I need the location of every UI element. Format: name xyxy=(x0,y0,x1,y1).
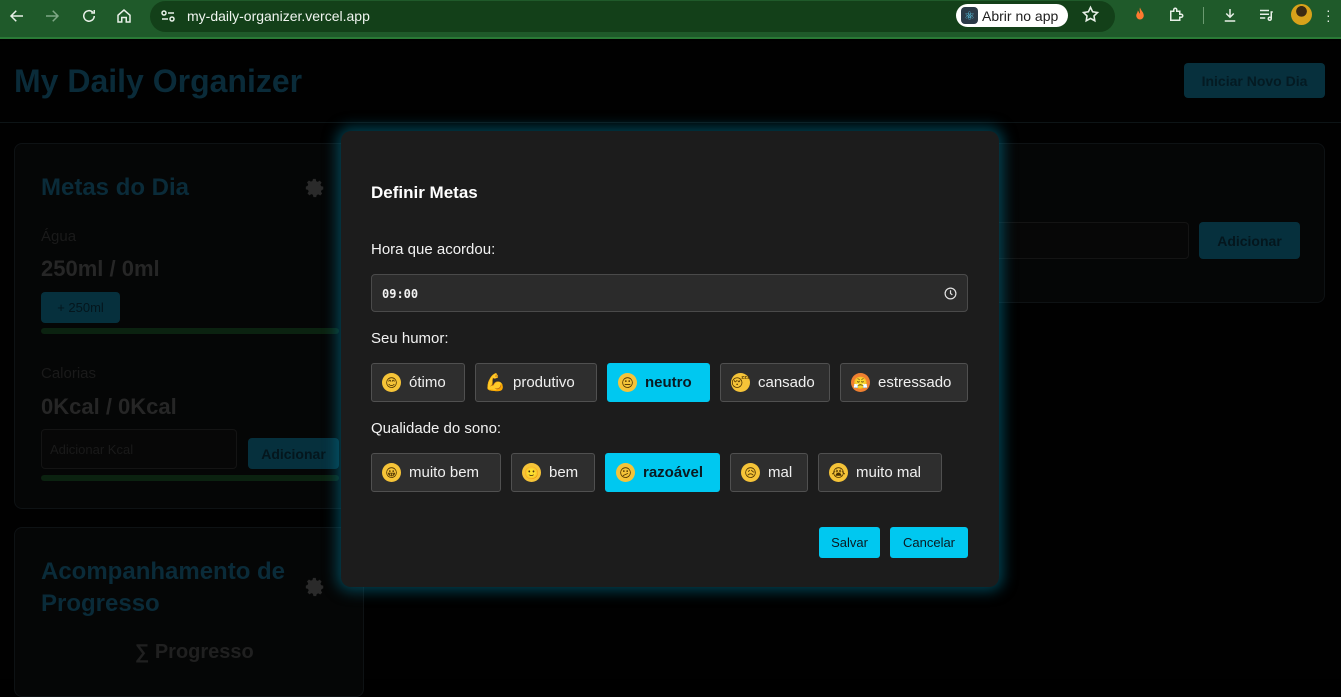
sleep-option-label: mal xyxy=(768,464,793,481)
calories-progress-bar xyxy=(41,475,339,481)
smiling-face-icon: 😊 xyxy=(382,373,401,392)
flexed-biceps-icon: 💪 xyxy=(484,372,507,392)
toolbar-divider xyxy=(1203,7,1204,24)
mood-option-label: ótimo xyxy=(409,374,446,391)
mood-option-neutro[interactable]: 😐 neutro xyxy=(607,363,710,402)
save-button[interactable]: Salvar xyxy=(819,527,880,558)
sleep-option-label: bem xyxy=(549,464,579,481)
water-progress-bar xyxy=(41,328,339,334)
mood-option-label: produtivo xyxy=(513,374,575,391)
bookmark-star-icon[interactable] xyxy=(1081,5,1100,24)
steaming-face-icon: 😤 xyxy=(851,373,870,392)
sleep-option-muito-mal[interactable]: 😭 muito mal xyxy=(818,453,942,492)
sleep-option-label: muito bem xyxy=(409,464,480,481)
progress-card: Acompanhamento de Progresso ∑ Progresso xyxy=(14,527,364,697)
add-water-button[interactable]: + 250ml xyxy=(41,292,120,323)
extensions-puzzle-icon[interactable] xyxy=(1167,6,1185,24)
set-goals-modal: Definir Metas Hora que acordou: 09:00 Se… xyxy=(341,131,999,587)
calories-input[interactable]: Adicionar Kcal xyxy=(41,429,237,469)
grinning-face-icon: 😀 xyxy=(382,463,401,482)
water-label: Água xyxy=(41,228,77,245)
water-value: 250ml / 0ml xyxy=(41,256,160,281)
cancel-button[interactable]: Cancelar xyxy=(890,527,968,558)
progress-settings-gear-icon[interactable] xyxy=(304,576,326,598)
goals-card-title: Metas do Dia xyxy=(41,174,190,201)
sleep-option-label: razoável xyxy=(643,464,704,481)
calories-value: 0Kcal / 0Kcal xyxy=(41,394,177,419)
add-task-button[interactable]: Adicionar xyxy=(1199,222,1300,259)
media-queue-icon[interactable] xyxy=(1257,6,1275,24)
sleep-option-bem[interactable]: 🙂 bem xyxy=(511,453,595,492)
progress-card-title: Acompanhamento de Progresso xyxy=(41,558,286,617)
mood-option-estressado[interactable]: 😤 estressado xyxy=(840,363,968,402)
mood-option-otimo[interactable]: 😊 ótimo xyxy=(371,363,465,402)
profile-avatar[interactable] xyxy=(1291,4,1312,25)
url-text[interactable]: my-daily-organizer.vercel.app xyxy=(187,8,370,24)
wake-time-input[interactable]: 09:00 xyxy=(371,274,968,312)
mood-option-produtivo[interactable]: 💪 produtivo xyxy=(475,363,597,402)
add-calories-button[interactable]: Adicionar xyxy=(248,438,339,469)
clock-icon[interactable] xyxy=(944,287,957,300)
sleep-quality-label: Qualidade do sono: xyxy=(371,420,502,437)
back-icon[interactable] xyxy=(7,6,27,26)
neutral-face-icon: 😐 xyxy=(618,373,637,392)
sleeping-face-icon: 😴 xyxy=(731,373,750,392)
mood-option-label: cansado xyxy=(758,374,815,391)
sleep-option-mal[interactable]: 😥 mal xyxy=(730,453,808,492)
react-icon: ⚛ xyxy=(961,7,978,24)
home-icon[interactable] xyxy=(114,6,134,26)
sleep-option-muito-bem[interactable]: 😀 muito bem xyxy=(371,453,501,492)
fire-extension-icon[interactable] xyxy=(1131,6,1149,24)
sad-face-icon: 😥 xyxy=(741,463,760,482)
mood-label: Seu humor: xyxy=(371,330,449,347)
open-in-app-button[interactable]: ⚛ Abrir no app xyxy=(956,4,1069,27)
crying-face-icon: 😭 xyxy=(829,463,848,482)
goals-settings-gear-icon[interactable] xyxy=(304,177,326,199)
slight-smile-icon: 🙂 xyxy=(522,463,541,482)
new-day-button[interactable]: Iniciar Novo Dia xyxy=(1184,63,1325,98)
app-title: My Daily Organizer xyxy=(14,63,303,99)
confused-face-icon: 😕 xyxy=(616,463,635,482)
browser-menu-icon[interactable]: · · · xyxy=(1326,3,1331,27)
wake-time-value: 09:00 xyxy=(382,287,419,301)
reload-icon[interactable] xyxy=(79,6,99,26)
modal-title: Definir Metas xyxy=(371,183,478,202)
open-in-app-label: Abrir no app xyxy=(982,7,1059,24)
wake-time-label: Hora que acordou: xyxy=(371,241,496,258)
mood-option-cansado[interactable]: 😴 cansado xyxy=(720,363,830,402)
sleep-option-label: muito mal xyxy=(856,464,922,481)
mood-option-label: neutro xyxy=(645,374,692,391)
page-header: My Daily Organizer Iniciar Novo Dia xyxy=(0,41,1341,123)
calories-label: Calorias xyxy=(41,365,97,382)
browser-toolbar: my-daily-organizer.vercel.app ⚛ Abrir no… xyxy=(0,0,1341,39)
mood-option-label: estressado xyxy=(878,374,952,391)
download-icon[interactable] xyxy=(1221,6,1239,24)
sleep-option-razoavel[interactable]: 😕 razoável xyxy=(605,453,720,492)
forward-icon[interactable] xyxy=(42,6,62,26)
goals-card: Metas do Dia Água 250ml / 0ml + 250ml Ca… xyxy=(14,143,364,509)
site-settings-icon[interactable] xyxy=(160,8,176,24)
progress-subtitle: ∑ Progresso xyxy=(135,641,254,663)
